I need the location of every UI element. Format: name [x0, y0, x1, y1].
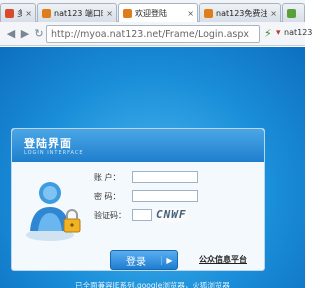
- username-row: 账 户：: [94, 170, 198, 184]
- captcha-row: 验证码： CNWF: [94, 208, 188, 222]
- close-tab-icon[interactable]: ×: [267, 9, 280, 18]
- site-favicon-icon: [123, 9, 132, 18]
- password-label: 密 码：: [94, 191, 121, 201]
- password-input[interactable]: [132, 190, 198, 202]
- user-lock-icon: [26, 182, 81, 241]
- panel-header: 登陆界面 LOGIN INTERFACE: [12, 129, 264, 162]
- captcha-input[interactable]: [132, 209, 152, 221]
- captcha-image[interactable]: CNWF: [156, 208, 188, 222]
- refresh-icon[interactable]: ↻: [32, 27, 46, 41]
- username-input[interactable]: [132, 171, 198, 183]
- close-tab-icon[interactable]: ×: [22, 9, 35, 18]
- close-tab-icon[interactable]: ×: [184, 9, 197, 18]
- forward-icon[interactable]: ▶: [18, 27, 32, 41]
- arrow-right-icon: ▶: [161, 255, 177, 265]
- lightning-icon[interactable]: ⚡: [264, 27, 272, 40]
- site-favicon-icon: [42, 8, 51, 18]
- login-panel: 登陆界面 LOGIN INTERFACE 账 户： 密 码： 验证码： CNWF: [11, 128, 265, 271]
- tab-port-mapping[interactable]: 多口映射 ×: [0, 3, 36, 22]
- site-favicon-icon: [287, 8, 296, 18]
- search-engine-label[interactable]: nat123: [284, 28, 312, 37]
- page-title: 登陆界面: [24, 137, 72, 150]
- password-row: 密 码：: [94, 189, 198, 203]
- login-page: 登陆界面 LOGIN INTERFACE 账 户： 密 码： 验证码： CNWF: [0, 47, 305, 288]
- site-favicon-icon: [204, 8, 213, 18]
- tab-welcome-login[interactable]: 欢迎登陆 ×: [118, 3, 198, 23]
- username-label: 账 户：: [94, 172, 121, 182]
- url-input[interactable]: http://myoa.nat123.net/Frame/Login.aspx: [46, 25, 260, 43]
- tab-nat123-mapping[interactable]: nat123 端口映射 外网访问... ×: [37, 3, 117, 22]
- address-bar: ◀ ▶ ↻ http://myoa.nat123.net/Frame/Login…: [0, 22, 312, 46]
- login-button[interactable]: 登录 ▶: [110, 250, 178, 270]
- tab-new[interactable]: [282, 3, 305, 22]
- compatibility-note: 已全面兼容IE系列,google浏览器，火狐浏览器: [75, 281, 230, 288]
- captcha-label: 验证码：: [94, 210, 126, 220]
- close-tab-icon[interactable]: ×: [103, 9, 116, 18]
- public-info-link[interactable]: 公众信息平台: [199, 254, 247, 265]
- page-subtitle: LOGIN INTERFACE: [24, 150, 84, 156]
- back-icon[interactable]: ◀: [4, 27, 18, 41]
- site-favicon-icon: [5, 8, 14, 18]
- menu-icon[interactable]: ▾: [276, 28, 281, 38]
- tab-bar: 多口映射 × nat123 端口映射 外网访问... × 欢迎登陆 × nat1…: [0, 0, 305, 23]
- tab-nat123-register[interactable]: nat123免费注册域... ×: [199, 3, 281, 22]
